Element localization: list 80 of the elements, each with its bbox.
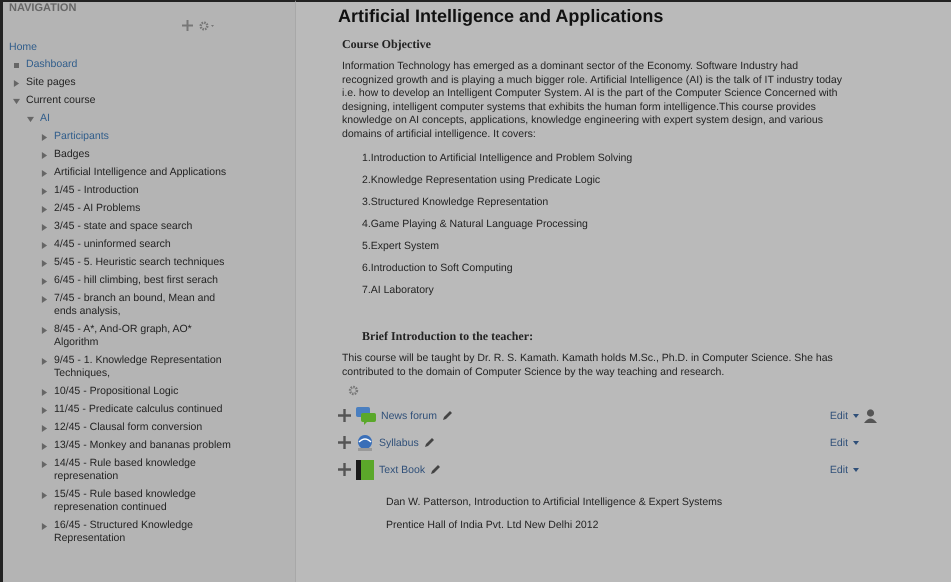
nav-item[interactable]: 11/45 - Predicate calculus continued	[54, 402, 222, 416]
section-heading: Course Objective	[342, 37, 432, 52]
pencil-icon[interactable]	[442, 410, 452, 420]
nav-item[interactable]: 2/45 - AI Problems	[54, 202, 140, 214]
expand-arrow-icon[interactable]	[41, 358, 48, 364]
globe-icon	[356, 434, 374, 452]
activity-link[interactable]: Syllabus	[379, 436, 419, 448]
expand-arrow-icon[interactable]	[41, 134, 48, 140]
nav-item[interactable]: 5/45 - 5. Heuristic search techniques	[54, 256, 224, 268]
panel-title: NAVIGATION	[9, 2, 78, 14]
expand-arrow-icon[interactable]	[13, 80, 20, 86]
topic-item: 7.AI Laboratory	[362, 283, 435, 298]
caret-icon[interactable]	[853, 414, 859, 418]
edit-menu[interactable]: Edit	[830, 410, 848, 422]
expand-arrow-icon[interactable]	[41, 260, 48, 266]
nav-item[interactable]: 3/45 - state and space search	[54, 220, 192, 232]
teacher-paragraph: This course will be taught by Dr. R. S. Kamath. Kamath holds M.Sc., Ph.D. in Computer Science. She has contributed to the domain of Computer Science by the way teaching and research.	[342, 352, 834, 379]
move-icon[interactable]	[338, 409, 351, 422]
caret-icon[interactable]	[853, 468, 859, 472]
nav-item[interactable]: Site pages	[26, 76, 76, 88]
topic-item: 6.Introduction to Soft Computing	[362, 261, 514, 276]
expand-arrow-icon[interactable]	[41, 522, 48, 530]
expand-arrow-icon[interactable]	[41, 406, 48, 414]
topic-item: 1.Introduction to Artificial Intelligence and Problem Solving	[362, 151, 634, 166]
nav-item[interactable]: 6/45 - hill climbing, best first serach	[54, 274, 218, 286]
move-icon[interactable]	[338, 463, 351, 476]
expand-arrow-icon[interactable]	[41, 188, 48, 194]
expand-arrow-icon[interactable]	[13, 98, 20, 104]
expand-arrow-icon[interactable]	[41, 460, 48, 468]
nav-item[interactable]: 14/45 - Rule based knowledge represenation	[54, 456, 232, 482]
nav-item[interactable]: 16/45 - Structured Knowledge Representation	[54, 518, 232, 544]
expand-arrow-icon[interactable]	[27, 116, 34, 122]
expand-arrow-icon[interactable]	[41, 442, 48, 450]
gear-icon[interactable]	[348, 385, 359, 396]
nav-item[interactable]: Badges	[54, 148, 90, 160]
chat-bubbles-icon	[356, 406, 376, 424]
topic-item: 3.Structured Knowledge Representation	[362, 195, 550, 210]
book-reference: Dan W. Patterson, Introduction to Artificial Intelligence & Expert Systems	[386, 495, 724, 510]
activity-link[interactable]: Text Book	[379, 464, 426, 476]
bullet-icon	[14, 62, 19, 68]
nav-item[interactable]: Current course	[26, 94, 96, 106]
edit-menu[interactable]: Edit	[830, 464, 848, 476]
activity-link[interactable]: News forum	[381, 410, 438, 422]
pencil-icon[interactable]	[424, 438, 434, 448]
book-icon	[356, 460, 374, 480]
expand-arrow-icon[interactable]	[41, 224, 48, 230]
expand-arrow-icon[interactable]	[41, 424, 48, 432]
move-icon[interactable]	[338, 436, 351, 449]
nav-item[interactable]: 8/45 - A*, And-OR graph, AO* Algorithm	[54, 322, 232, 348]
expand-arrow-icon[interactable]	[41, 296, 48, 302]
user-icon[interactable]	[864, 408, 877, 422]
gear-icon[interactable]	[199, 20, 215, 30]
move-icon[interactable]	[182, 20, 193, 31]
expand-arrow-icon[interactable]	[41, 326, 48, 334]
nav-item[interactable]: 15/45 - Rule based knowledge represenation continued	[54, 488, 232, 514]
topic-item: 2.Knowledge Representation using Predicate Logic	[362, 173, 602, 188]
section-heading: Brief Introduction to the teacher:	[362, 329, 534, 344]
expand-arrow-icon[interactable]	[41, 206, 48, 212]
page-title: Artificial Intelligence and Applications	[338, 6, 664, 27]
edit-menu[interactable]: Edit	[830, 436, 848, 448]
nav-item[interactable]: 7/45 - branch an bound, Mean and ends analysis,	[54, 292, 232, 318]
topic-item: 4.Game Playing & Natural Language Processing	[362, 217, 589, 232]
nav-item[interactable]: 1/45 - Introduction	[54, 184, 139, 196]
objective-paragraph: Information Technology has emerged as a dominant sector of the Economy. Software Industry had recognized growth and is playing a much bigger role. Artificial Intelligence (AI) is the talk of IT industry today i.e. how to develop an Intelligent Computer System. AI is the part of the Computer Science Concerned with designing, intelligent computer systems that exhibits the human form intelligence.This course provides knowledge on AI concepts, applications, knowledge engineering with expert system design, and various domains of artificial intelligence. It covers:	[342, 60, 842, 141]
topic-item: 5.Expert System	[362, 239, 440, 254]
pencil-icon[interactable]	[430, 464, 440, 474]
expand-arrow-icon[interactable]	[41, 152, 48, 158]
nav-item[interactable]: 12/45 - Clausal form conversion	[54, 420, 202, 434]
expand-arrow-icon[interactable]	[41, 278, 48, 284]
expand-arrow-icon[interactable]	[41, 170, 48, 176]
nav-item[interactable]: 10/45 - Propositional Logic	[54, 384, 178, 398]
nav-item[interactable]: 13/45 - Monkey and bananas problem	[54, 438, 231, 452]
caret-icon[interactable]	[853, 440, 859, 444]
nav-item[interactable]: Artificial Intelligence and Applications	[54, 166, 226, 178]
expand-arrow-icon[interactable]	[41, 388, 48, 396]
nav-item[interactable]: 4/45 - uninformed search	[54, 238, 171, 250]
book-reference: Prentice Hall of India Pvt. Ltd New Delhi 2012	[386, 518, 600, 533]
expand-arrow-icon[interactable]	[41, 492, 48, 498]
expand-arrow-icon[interactable]	[41, 242, 48, 248]
nav-item[interactable]: 9/45 - 1. Knowledge Representation Techniques,	[54, 354, 232, 380]
